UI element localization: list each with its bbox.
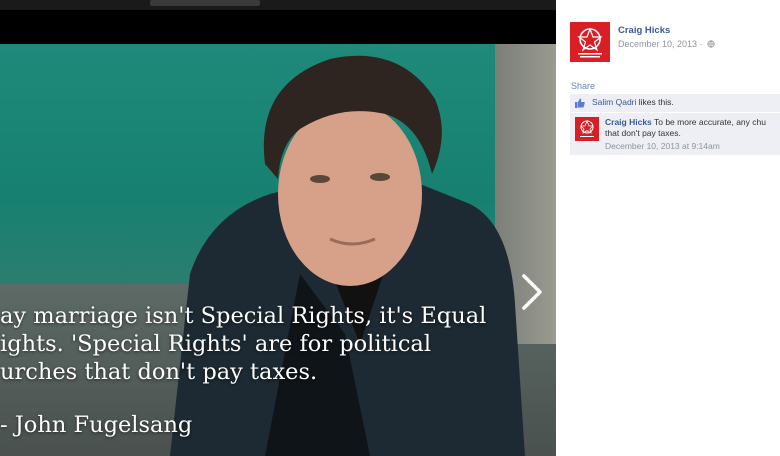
- attribution-dash: -: [0, 412, 15, 438]
- chevron-right-icon[interactable]: [516, 270, 546, 314]
- comment-item: Craig Hicks To be more accurate, any chu…: [570, 113, 780, 155]
- post-date-text[interactable]: December 10, 2013 ·: [618, 39, 703, 49]
- liker-link[interactable]: Salim Qadri: [592, 97, 636, 107]
- comment-text: Craig Hicks To be more accurate, any chu…: [605, 117, 780, 139]
- equality-logo-icon[interactable]: [570, 22, 610, 62]
- quote-line: ay marriage isn't Special Rights, it's E…: [0, 303, 487, 329]
- quote-text: ay marriage isn't Special Rights, it's E…: [0, 302, 540, 386]
- photo-viewer-topbar: [0, 0, 556, 10]
- quote-line: urches that don't pay taxes.: [0, 359, 318, 385]
- topbar-blurred-text: [150, 0, 260, 6]
- likes-bar: Salim Qadri likes this.: [570, 94, 780, 112]
- commenter-avatar-icon[interactable]: [575, 117, 599, 141]
- attribution-name: John Fugelsang: [14, 412, 193, 438]
- quote-line: ights. 'Special Rights' are for politica…: [0, 331, 432, 357]
- person-silhouette: [170, 55, 525, 456]
- comment-author-link[interactable]: Craig Hicks: [605, 117, 652, 127]
- thumbs-up-icon: [575, 98, 585, 108]
- comment-body-line1: To be more accurate, any chu: [651, 117, 766, 127]
- post-author-link[interactable]: Craig Hicks: [618, 25, 670, 36]
- comment-body-line2: that don't pay taxes.: [605, 128, 681, 138]
- photo-viewer-image[interactable]: ay marriage isn't Special Rights, it's E…: [0, 44, 556, 456]
- post-sidebar: Craig Hicks December 10, 2013 · Share Sa…: [556, 0, 780, 456]
- likes-suffix: likes this.: [636, 97, 674, 107]
- share-link[interactable]: Share: [571, 81, 595, 91]
- quote-attribution: - John Fugelsang: [0, 412, 192, 438]
- comment-date[interactable]: December 10, 2013 at 9:14am: [605, 141, 720, 151]
- globe-icon: [707, 40, 715, 48]
- post-date: December 10, 2013 ·: [618, 39, 715, 49]
- likes-text: Salim Qadri likes this.: [592, 97, 674, 107]
